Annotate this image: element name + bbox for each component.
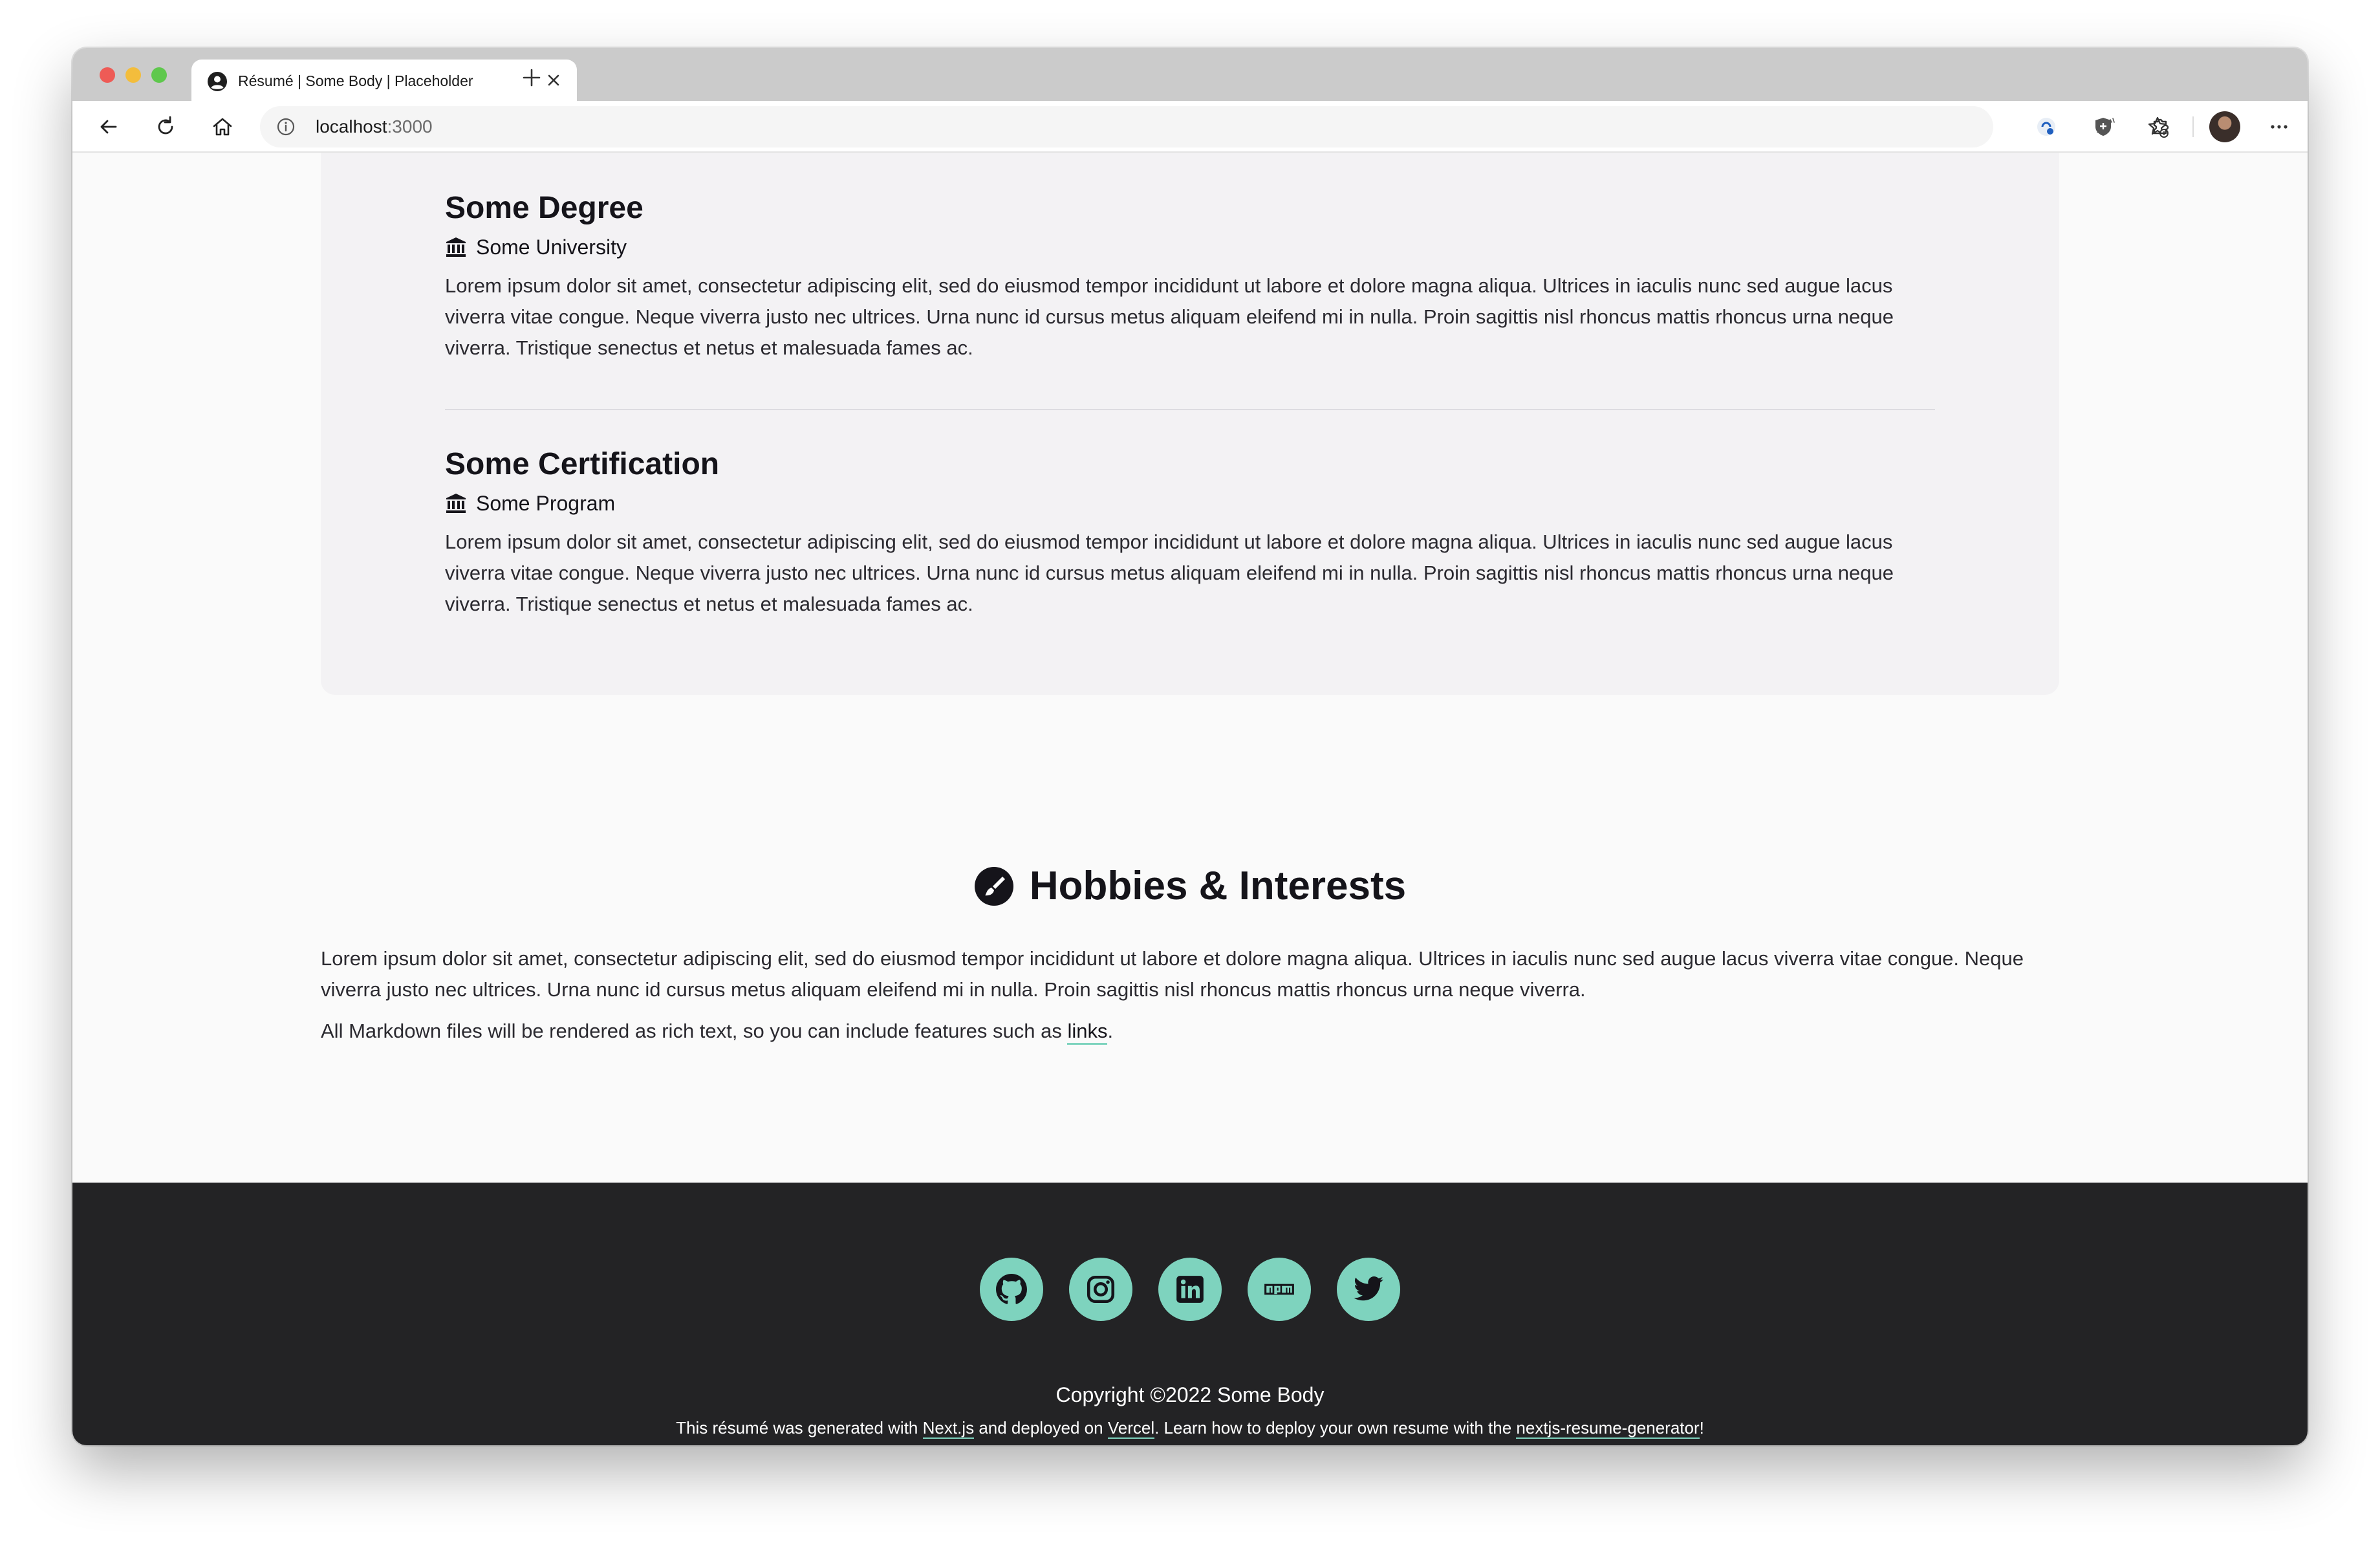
browser-window: Résumé | Some Body | Placeholder localho… <box>72 48 2308 1445</box>
tab-title: Résumé | Some Body | Placeholder <box>238 72 473 89</box>
linkedin-icon <box>1176 1276 1204 1303</box>
hobbies-body: Lorem ipsum dolor sit amet, consectetur … <box>321 943 2059 1047</box>
twitter-icon <box>1354 1276 1383 1301</box>
twitter-link[interactable] <box>1337 1258 1400 1321</box>
back-arrow-icon[interactable] <box>96 114 122 140</box>
credit-text: This résumé was generated with Next.js a… <box>676 1418 1704 1439</box>
section-title: Hobbies & Interests <box>1029 864 1407 908</box>
instagram-icon <box>1087 1275 1115 1304</box>
entry-title: Some Degree <box>445 191 644 225</box>
site-footer: Copyright ©2022 Some Body This résumé wa… <box>72 1183 2308 1445</box>
vercel-link[interactable]: Vercel <box>1107 1418 1155 1439</box>
address-bar[interactable]: localhost:3000 A <box>260 106 2169 148</box>
entry-description: Lorem ipsum dolor sit amet, consectetur … <box>445 274 1894 359</box>
entry-description: Lorem ipsum dolor sit amet, consectetur … <box>445 530 1894 615</box>
user-circle-icon <box>208 72 227 91</box>
github-icon <box>996 1274 1027 1304</box>
markdown-note: All Markdown files will be rendered as r… <box>321 1016 2059 1047</box>
reload-icon[interactable] <box>153 114 178 140</box>
url-text: localhost:3000 <box>316 116 433 137</box>
home-icon[interactable] <box>210 114 235 140</box>
close-window-button[interactable] <box>100 67 115 83</box>
page-content: Some Degree Some University Lorem ipsum … <box>72 153 2308 1445</box>
instagram-link[interactable] <box>1069 1258 1132 1321</box>
info-icon[interactable] <box>276 116 296 137</box>
entry-title: Some Certification <box>445 447 720 481</box>
extensions-puzzle-icon[interactable] <box>2147 114 2173 140</box>
profile-avatar[interactable] <box>2209 111 2240 142</box>
toolbar-divider <box>2192 116 2194 137</box>
browser-toolbar: localhost:3000 A <box>72 101 2308 153</box>
social-links <box>72 1258 2308 1321</box>
paintbrush-icon <box>974 867 1013 906</box>
minimize-window-button[interactable] <box>125 67 141 83</box>
extension-copilot-icon[interactable] <box>2033 114 2059 140</box>
nextjs-link[interactable]: Next.js <box>922 1418 975 1439</box>
github-link[interactable] <box>980 1258 1043 1321</box>
education-entry: Some Degree Some University Lorem ipsum … <box>445 189 1935 364</box>
npm-icon <box>1264 1284 1294 1295</box>
resume-generator-link[interactable]: nextjs-resume-generator <box>1516 1418 1700 1439</box>
plus-icon[interactable] <box>519 65 545 91</box>
more-options-icon[interactable] <box>2266 114 2292 140</box>
shield-icon[interactable] <box>2090 114 2116 140</box>
entry-institution: Some University <box>445 234 1935 260</box>
linkedin-link[interactable] <box>1158 1258 1222 1321</box>
hobbies-heading: Hobbies & Interests <box>72 860 2308 912</box>
institution-name: Some University <box>476 235 627 259</box>
entry-institution: Some Program <box>445 490 1935 516</box>
npm-link[interactable] <box>1248 1258 1311 1321</box>
university-icon <box>446 494 466 513</box>
copyright-text: Copyright ©2022 Some Body <box>1055 1383 1325 1406</box>
maximize-window-button[interactable] <box>151 67 167 83</box>
close-icon[interactable] <box>543 70 564 91</box>
education-entry: Some Certification Some Program Lorem ip… <box>445 445 1935 620</box>
tab-strip: Résumé | Some Body | Placeholder <box>72 48 2308 101</box>
institution-name: Some Program <box>476 492 616 515</box>
hobbies-paragraph: Lorem ipsum dolor sit amet, consectetur … <box>321 947 2024 1001</box>
university-icon <box>446 237 466 257</box>
education-card: Some Degree Some University Lorem ipsum … <box>321 153 2059 695</box>
links-link[interactable]: links <box>1067 1020 1108 1045</box>
entry-divider <box>445 409 1935 410</box>
